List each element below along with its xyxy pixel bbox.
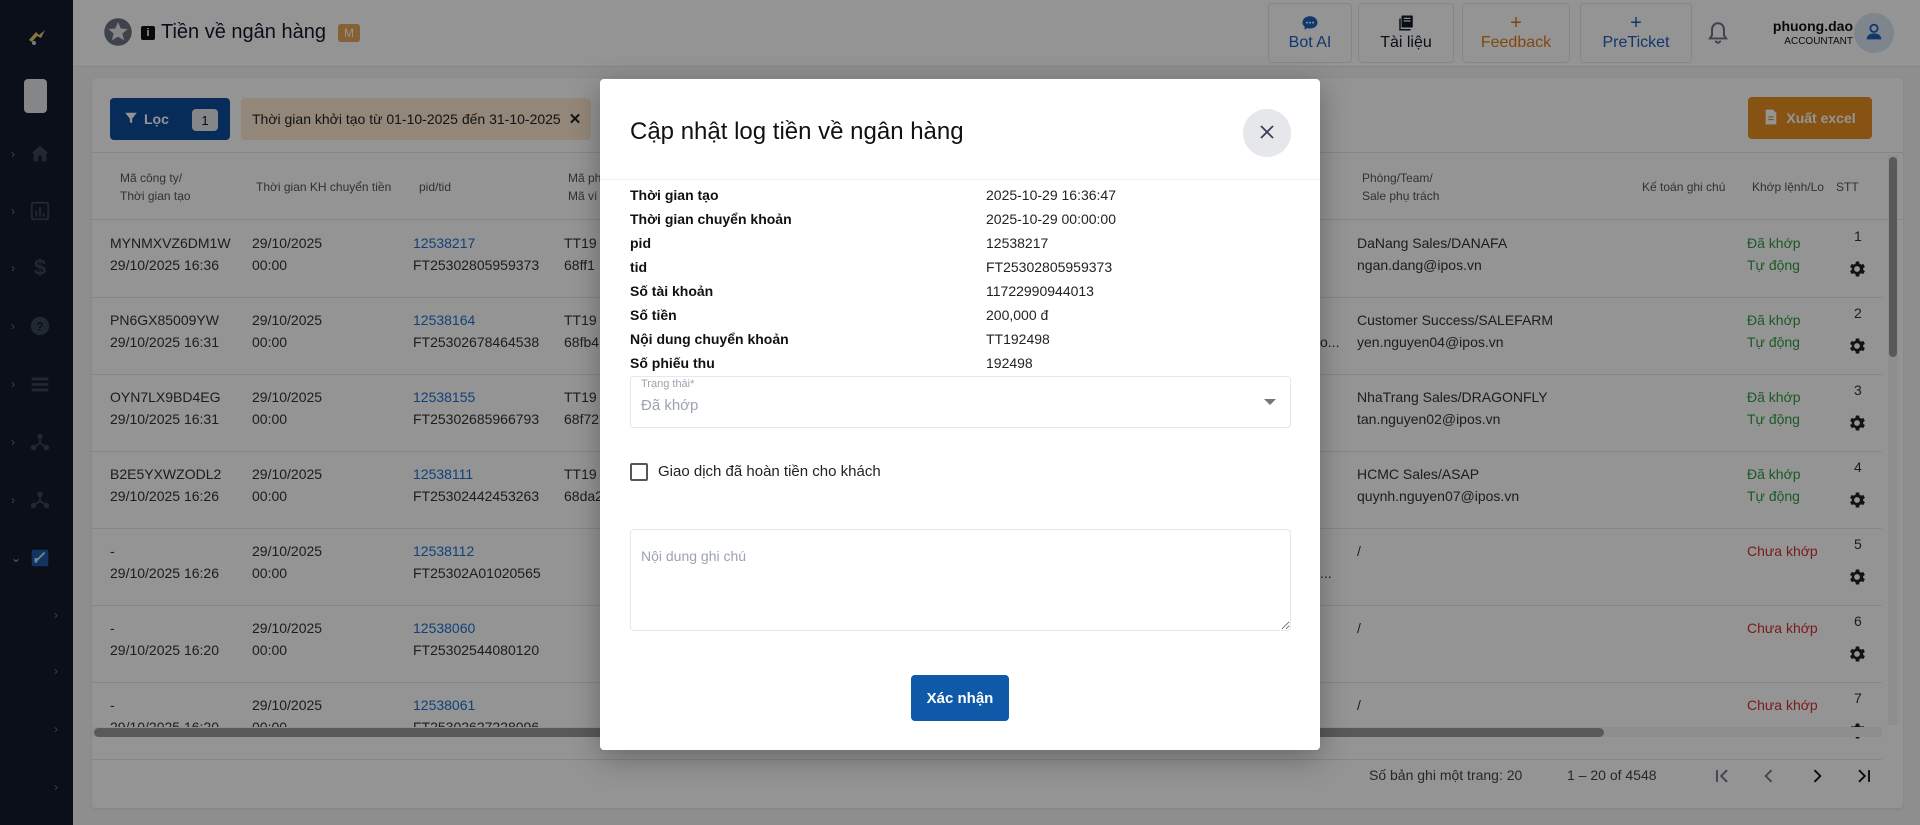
status-select-value: Đã khớp: [641, 397, 699, 414]
detail-label: Thời gian tạo: [630, 187, 719, 203]
detail-value: 12538217: [986, 235, 1049, 251]
detail-label: Số tài khoản: [630, 283, 714, 299]
confirm-button[interactable]: Xác nhận: [911, 675, 1009, 721]
status-select[interactable]: Trạng thái* Đã khớp: [630, 376, 1291, 428]
detail-label: Nội dung chuyển khoản: [630, 331, 789, 347]
detail-value: 192498: [986, 355, 1033, 371]
detail-value: 11722990944013: [986, 283, 1094, 299]
detail-label: tid: [630, 259, 648, 275]
dropdown-arrow-icon: [1264, 399, 1276, 405]
close-icon: [1258, 123, 1276, 144]
detail-value: 200,000 đ: [986, 307, 1049, 323]
close-modal-button[interactable]: [1243, 109, 1291, 157]
modal-title: Cập nhật log tiền về ngân hàng: [630, 118, 964, 145]
detail-value: FT25302805959373: [986, 259, 1113, 275]
detail-label: Thời gian chuyển khoản: [630, 211, 792, 227]
detail-label: Số phiếu thu: [630, 355, 715, 371]
detail-value: TT192498: [986, 331, 1050, 347]
status-select-label: Trạng thái*: [641, 378, 695, 390]
detail-value: 2025-10-29 00:00:00: [986, 211, 1116, 227]
refund-checkbox-label[interactable]: Giao dịch đã hoàn tiền cho khách: [658, 463, 881, 481]
detail-label: Số tiền: [630, 307, 677, 323]
refund-checkbox[interactable]: [630, 463, 648, 481]
detail-value: 2025-10-29 16:36:47: [986, 187, 1116, 203]
detail-label: pid: [630, 235, 651, 251]
update-log-modal: Cập nhật log tiền về ngân hàng Thời gian…: [600, 79, 1320, 750]
modal-divider: [600, 179, 1320, 180]
note-textarea[interactable]: [630, 529, 1291, 631]
